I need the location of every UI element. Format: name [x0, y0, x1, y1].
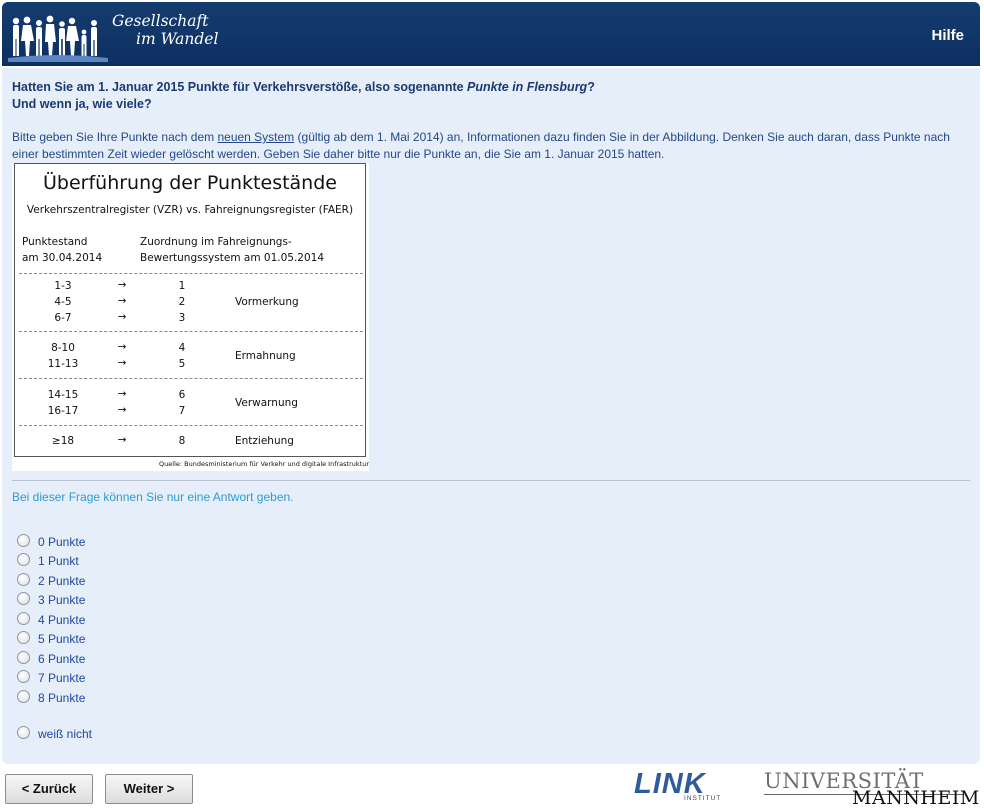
divider [19, 331, 363, 332]
header-bar: Gesellschaft im Wandel Hilfe [2, 2, 980, 68]
radio-button[interactable] [17, 534, 30, 547]
row-old: 4-5 [54, 296, 72, 308]
neues-system-link[interactable]: neuen System [217, 130, 294, 144]
arrow-icon: → [117, 434, 127, 446]
survey-panel: Gesellschaft im Wandel Hilfe Hatten Sie … [2, 2, 980, 764]
help-link[interactable]: Hilfe [931, 27, 964, 44]
category-label: Vormerkung [235, 296, 299, 308]
header-old-line2: am 30.04.2014 [22, 252, 103, 264]
category-label: Verwarnung [235, 397, 298, 409]
link-institut-logo: LINK INSTITUT [634, 768, 728, 804]
figure-column-header-old: Punktestand am 30.04.2014 [22, 234, 132, 266]
universitaet-mannheim-logo: UNIVERSITÄT MANNHEIM [764, 769, 979, 809]
row-old: 14-15 [47, 389, 79, 401]
row-new: 7 [178, 405, 186, 417]
points-conversion-figure: Überführung der Punktestände Verkehrszen… [12, 163, 369, 471]
arrow-icon: → [117, 357, 127, 369]
question-line1-pre: Hatten Sie am 1. Januar 2015 Punkte für … [12, 80, 468, 94]
figure-subtitle: Verkehrszentralregister (VZR) vs. Fahrei… [26, 204, 354, 216]
row-old: 8-10 [51, 342, 75, 354]
instruction-pre: Bitte geben Sie Ihre Punkte nach dem [12, 130, 218, 144]
question-line1-emphasis: Punkte in Flensburg [467, 80, 588, 94]
row-new: 4 [178, 342, 186, 354]
arrow-icon: → [117, 341, 127, 353]
divider [19, 273, 363, 274]
radio-button[interactable] [17, 670, 30, 683]
radio-button[interactable] [17, 690, 30, 703]
header-new-line1: Zuordnung im Fahreignungs- [140, 236, 292, 248]
category-label: Ermahnung [235, 350, 296, 362]
option-label: 6 Punkte [38, 652, 86, 666]
radio-button[interactable] [17, 651, 30, 664]
back-button[interactable]: < Zurück [5, 774, 93, 804]
question-line1-post: ? [587, 80, 595, 94]
row-new: 6 [178, 389, 186, 401]
question-text: Hatten Sie am 1. Januar 2015 Punkte für … [12, 79, 952, 113]
single-choice-hint: Bei dieser Frage können Sie nur eine Ant… [12, 490, 294, 504]
row-old: 6-7 [54, 312, 72, 324]
header-old-line1: Punktestand [22, 236, 88, 248]
divider [19, 378, 363, 379]
figure-column-header-new: Zuordnung im Fahreignungs- Bewertungssys… [140, 234, 360, 266]
option-label: 8 Punkte [38, 691, 86, 705]
option-label: weiß nicht [38, 727, 93, 741]
radio-button[interactable] [17, 553, 30, 566]
header-new-line2: Bewertungssystem am 01.05.2014 [140, 252, 325, 264]
row-old: 16-17 [47, 405, 79, 417]
row-new: 1 [178, 280, 186, 292]
section-divider [12, 480, 970, 481]
logo-line-2: im Wandel [136, 30, 219, 48]
row-old: 1-3 [54, 280, 72, 292]
row-new: 3 [178, 312, 186, 324]
option-label: 0 Punkte [38, 535, 86, 549]
radio-button[interactable] [17, 612, 30, 625]
people-silhouette-icon [8, 15, 108, 62]
logo-line-1: Gesellschaft [112, 12, 209, 30]
divider [19, 425, 363, 426]
option-label: 4 Punkte [38, 613, 86, 627]
instruction-text: Bitte geben Sie Ihre Punkte nach dem neu… [12, 129, 970, 163]
option-label: 3 Punkte [38, 593, 86, 607]
category-label: Entziehung [235, 435, 294, 447]
figure-frame: Überführung der Punktestände Verkehrszen… [14, 163, 366, 457]
question-line2: Und wenn ja, wie viele? [12, 97, 152, 111]
option-label: 2 Punkte [38, 574, 86, 588]
arrow-icon: → [117, 279, 127, 291]
row-new: 5 [178, 358, 186, 370]
figure-source: Quelle: Bundesministerium für Verkehr un… [159, 460, 369, 468]
uni-logo-line2: MANNHEIM [852, 787, 980, 809]
arrow-icon: → [117, 295, 127, 307]
row-old: 11-13 [47, 358, 79, 370]
row-new: 8 [178, 435, 186, 447]
arrow-icon: → [117, 388, 127, 400]
option-label: 1 Punkt [38, 554, 79, 568]
option-label: 5 Punkte [38, 632, 86, 646]
figure-title: Überführung der Punktestände [43, 172, 337, 194]
row-old: ≥18 [51, 435, 75, 447]
arrow-icon: → [117, 404, 127, 416]
radio-button[interactable] [17, 726, 30, 739]
gesellschaft-im-wandel-logo: Gesellschaft im Wandel [8, 8, 244, 62]
row-new: 2 [178, 296, 186, 308]
radio-button[interactable] [17, 592, 30, 605]
logo-wordmark: Gesellschaft im Wandel [112, 12, 218, 48]
next-button[interactable]: Weiter > [105, 774, 193, 804]
option-label: 7 Punkte [38, 671, 86, 685]
radio-button[interactable] [17, 631, 30, 644]
radio-button[interactable] [17, 573, 30, 586]
arrow-icon: → [117, 311, 127, 323]
link-logo-subtext: INSTITUT [684, 795, 722, 802]
